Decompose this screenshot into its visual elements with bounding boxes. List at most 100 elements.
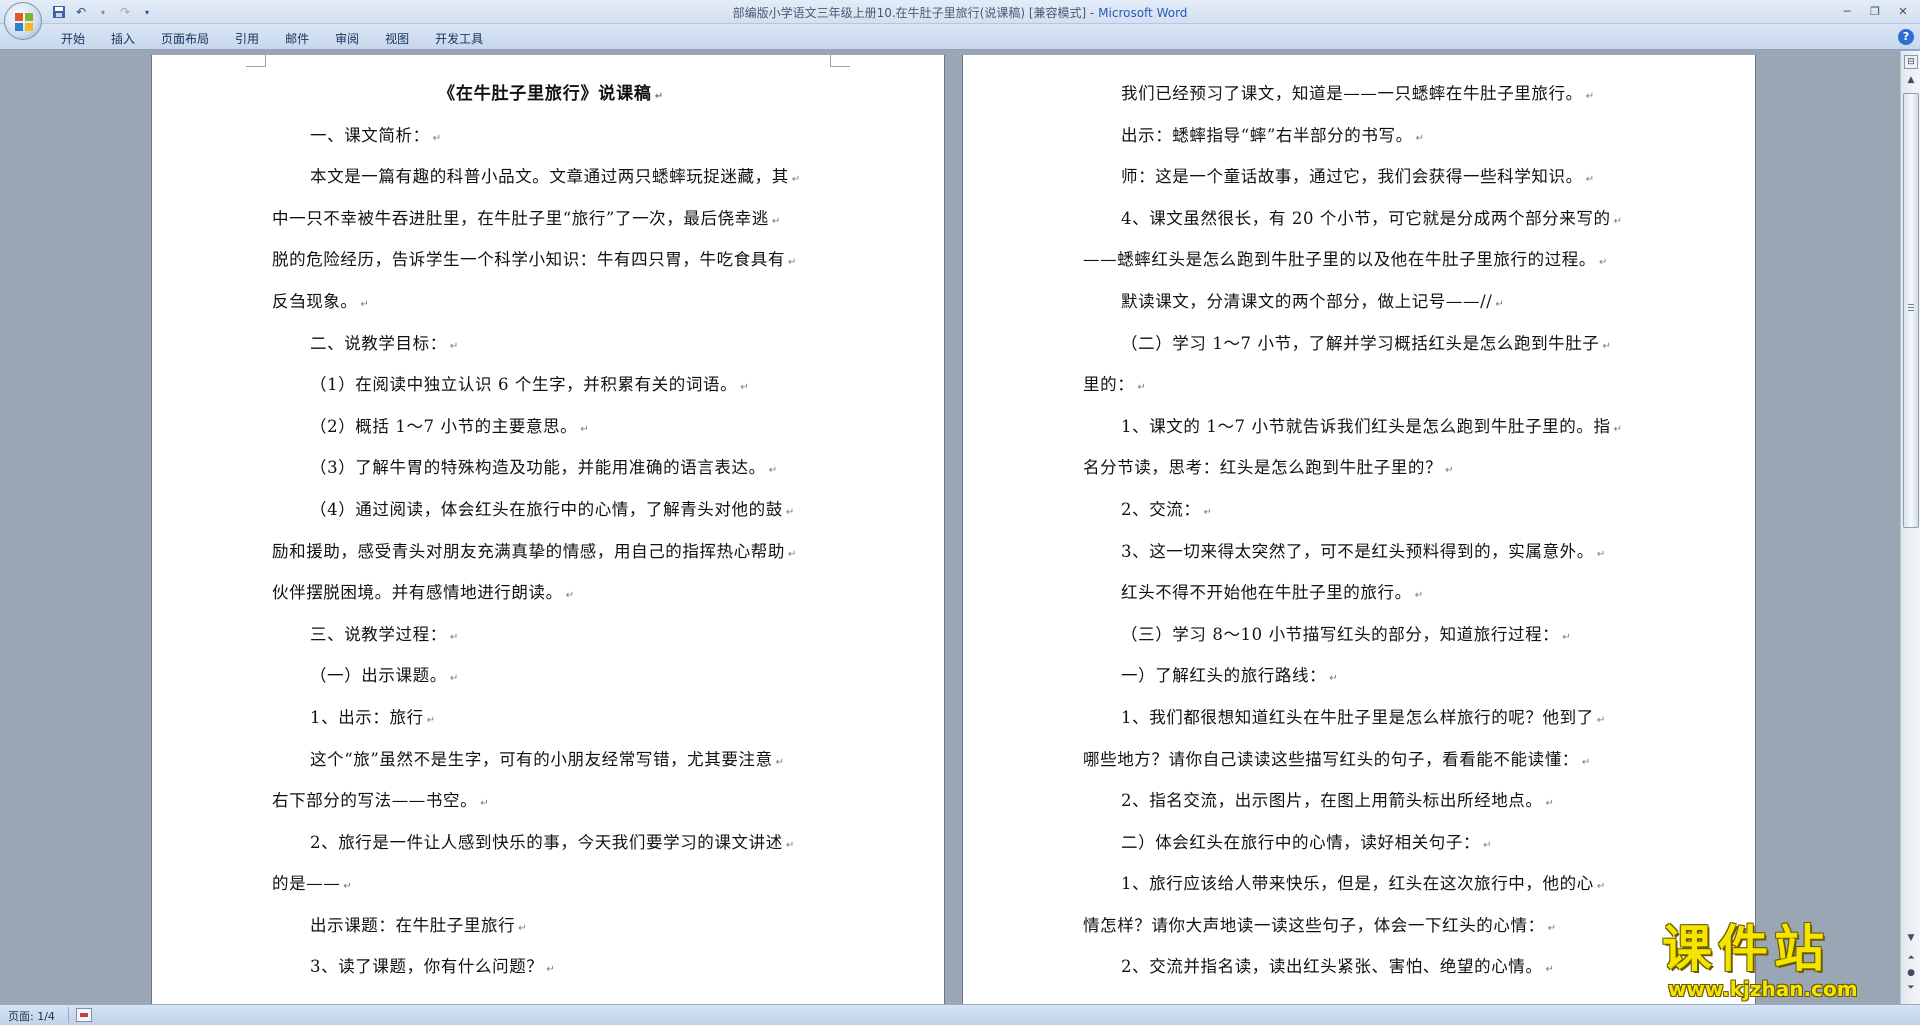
paragraph-mark-icon: ↵: [788, 257, 797, 269]
line-text: （2）概括 1～7 小节的主要意思。: [310, 416, 578, 436]
page-2[interactable]: 我们已经预习了课文，知道是——一只蟋蟀在牛肚子里旅行。 ↵ 出示：蟋蟀指导“蟀”右半…: [963, 55, 1755, 1004]
line-text: 一）了解红头的旅行路线：: [1121, 666, 1327, 686]
next-page-icon[interactable]: ⏷: [1904, 981, 1918, 995]
paragraph-mark-icon: ↵: [1203, 506, 1213, 518]
line-text: （4）通过阅读，体会红头在旅行中的心情，了解青头对他的鼓: [310, 499, 783, 519]
paragraph-mark-icon: ↵: [1596, 548, 1606, 560]
office-button[interactable]: [4, 2, 42, 40]
paragraph-line: （二）学习 1～7 小节，了解并学习概括红头是怎么跑到牛肚子 ↵: [1083, 327, 1641, 369]
line-text: 右下部分的写法——书空。: [272, 791, 478, 811]
crop-mark: [246, 55, 266, 67]
vertical-scrollbar[interactable]: ⊟ ▲ ▼ ⏶ ● ⏷: [1900, 51, 1920, 1004]
paragraph-line: 里的： ↵: [1083, 368, 1641, 410]
scroll-thumb[interactable]: [1903, 93, 1919, 528]
paragraph-mark-icon: ↵: [1547, 922, 1557, 934]
paragraph-mark-icon: ↵: [449, 631, 459, 643]
line-text: 伙伴摆脱困境。并有感情地进行朗读。: [272, 583, 563, 603]
tab-view[interactable]: 视图: [374, 29, 424, 50]
tab-review[interactable]: 审阅: [324, 29, 374, 50]
paragraph-line: 1、出示：旅行 ↵: [272, 701, 830, 743]
line-text: 1、出示：旅行: [310, 707, 424, 727]
paragraph-mark-icon: ↵: [1445, 465, 1455, 477]
line-text: 2、旅行是一件让人感到快乐的事，今天我们要学习的课文讲述: [310, 832, 783, 852]
paragraph-mark-icon: ↵: [360, 298, 370, 310]
paragraph-mark-icon: ↵: [426, 714, 436, 726]
line-text: 默读课文，分清课文的两个部分，做上记号——//: [1121, 291, 1493, 311]
paragraph-line: 二、说教学目标： ↵: [272, 327, 830, 369]
browse-object-icon[interactable]: ●: [1904, 966, 1918, 980]
paragraph-line: 二）体会红头在旅行中的心情，读好相关句子： ↵: [1083, 826, 1641, 868]
line-text: 三、说教学过程：: [310, 624, 447, 644]
view-ruler-icon[interactable]: ⊟: [1904, 55, 1918, 69]
tab-insert[interactable]: 插入: [100, 29, 150, 50]
paragraph-mark-icon: ↵: [343, 881, 353, 893]
paragraph-line: ——蟋蟀红头是怎么跑到牛肚子里的以及他在牛肚子里旅行的过程。 ↵: [1083, 243, 1641, 285]
paragraph-line: （一）出示课题。 ↵: [272, 659, 830, 701]
scroll-down-icon[interactable]: ▼: [1904, 931, 1918, 945]
paragraph-line: 出示课题：在牛肚子里旅行 ↵: [272, 909, 830, 951]
paragraph-line: 伙伴摆脱困境。并有感情地进行朗读。 ↵: [272, 576, 830, 618]
line-text: （3）了解牛胃的特殊构造及功能，并能用准确的语言表达。: [310, 458, 766, 478]
page-1-content: 《在牛肚子里旅行》说课稿 ↵ 一、课文简析： ↵ 本文是一篇有趣的科普小品文。文章通过…: [272, 77, 830, 992]
paragraph-mark-icon: ↵: [1613, 423, 1623, 435]
restore-icon[interactable]: ❐: [1862, 2, 1888, 20]
paragraph-line: 哪些地方？请你自己读读这些描写红头的句子，看看能不能读懂： ↵: [1083, 743, 1641, 785]
line-text: （二）学习 1～7 小节，了解并学习概括红头是怎么跑到牛肚子: [1121, 333, 1600, 353]
help-icon[interactable]: ?: [1898, 29, 1914, 45]
paragraph-mark-icon: ↵: [1562, 631, 1572, 643]
paragraph-line: 3、读了课题，你有什么问题？ ↵: [272, 950, 830, 992]
status-divider: [68, 1007, 69, 1023]
line-text: 情怎样？请你大声地读一读这些句子，体会一下红头的心情：: [1083, 915, 1545, 935]
tab-mailings[interactable]: 邮件: [274, 29, 324, 50]
line-text: 哪些地方？请你自己读读这些描写红头的句子，看看能不能读懂：: [1083, 749, 1579, 769]
page-1[interactable]: 《在牛肚子里旅行》说课稿 ↵ 一、课文简析： ↵ 本文是一篇有趣的科普小品文。文章通过…: [152, 55, 944, 1004]
paragraph-line: 三、说教学过程： ↵: [272, 618, 830, 660]
scroll-up-icon[interactable]: ▲: [1904, 73, 1918, 87]
line-text: （一）出示课题。: [310, 666, 447, 686]
macro-record-icon[interactable]: [76, 1008, 92, 1022]
line-text: 1、旅行应该给人带来快乐，但是，红头在这次旅行中，他的心: [1121, 874, 1594, 894]
app-name: Microsoft Word: [1098, 6, 1188, 20]
grip-line: [1908, 307, 1914, 308]
paragraph-mark-icon: ↵: [768, 465, 778, 477]
paragraph-mark-icon: ↵: [480, 798, 490, 810]
minimize-icon[interactable]: ─: [1834, 2, 1860, 20]
line-text: 2、交流：: [1121, 499, 1201, 519]
line-text: 的是——: [272, 874, 341, 894]
paragraph-mark-icon: ↵: [791, 174, 801, 186]
paragraph-mark-icon: ↵: [1596, 714, 1606, 726]
paragraph-mark-icon: ↵: [1581, 756, 1591, 768]
paragraph-line: 中一只不幸被牛吞进肚里，在牛肚子里“旅行”了一次，最后侥幸逃 ↵: [272, 202, 830, 244]
paragraph-mark-icon: ↵: [1137, 382, 1147, 394]
ribbon-tabs-bar: 开始 插入 页面布局 引用 邮件 审阅 视图 开发工具 ?: [0, 24, 1920, 50]
paragraph-mark-icon: ↵: [1585, 174, 1595, 186]
paragraph-line: 2、指名交流，出示图片，在图上用箭头标出所经地点。 ↵: [1083, 784, 1641, 826]
line-text: 师：这是一个童话故事，通过它，我们会获得一些科学知识。: [1121, 167, 1583, 187]
line-text: 中一只不幸被牛吞进肚里，在牛肚子里“旅行”了一次，最后侥幸逃: [272, 208, 769, 228]
line-text: 本文是一篇有趣的科普小品文。文章通过两只蟋蟀玩捉迷藏，其: [310, 167, 789, 187]
grip-line: [1908, 310, 1914, 311]
document-heading: 《在牛肚子里旅行》说课稿: [438, 84, 652, 104]
page-count[interactable]: 页面: 1/4: [8, 1008, 55, 1024]
status-bar: 页面: 1/4: [0, 1004, 1920, 1025]
tab-developer[interactable]: 开发工具: [424, 29, 498, 50]
line-text: 二、说教学目标：: [310, 333, 447, 353]
close-icon[interactable]: ✕: [1890, 2, 1916, 20]
line-text: ——蟋蟀红头是怎么跑到牛肚子里的以及他在牛肚子里旅行的过程。: [1083, 250, 1596, 270]
previous-page-icon[interactable]: ⏶: [1904, 951, 1918, 965]
paragraph-line: 一、课文简析： ↵: [272, 119, 830, 161]
watermark-url: www.kjzhan.com: [1668, 977, 1858, 1001]
watermark-brand: 课件站: [1662, 920, 1830, 978]
paragraph-line: （2）概括 1～7 小节的主要意思。 ↵: [272, 410, 830, 452]
paragraph-mark-icon: ↵: [1613, 215, 1623, 227]
line-text: 4、课文虽然很长，有 20 个小节，可它就是分成两个部分来写的: [1121, 208, 1611, 228]
paragraph-mark-icon: ↵: [449, 340, 459, 352]
tab-home[interactable]: 开始: [50, 29, 100, 50]
paragraph-mark-icon: ↵: [1585, 91, 1595, 102]
paragraph-mark-icon: ↵: [771, 215, 781, 227]
tab-page-layout[interactable]: 页面布局: [150, 29, 224, 50]
tab-references[interactable]: 引用: [224, 29, 274, 50]
document-area[interactable]: 《在牛肚子里旅行》说课稿 ↵ 一、课文简析： ↵ 本文是一篇有趣的科普小品文。文章通过…: [0, 51, 1900, 1004]
line-text: 1、课文的 1～7 小节就告诉我们红头是怎么跑到牛肚子里的。指: [1121, 416, 1611, 436]
paragraph-mark-icon: ↵: [1602, 340, 1612, 352]
